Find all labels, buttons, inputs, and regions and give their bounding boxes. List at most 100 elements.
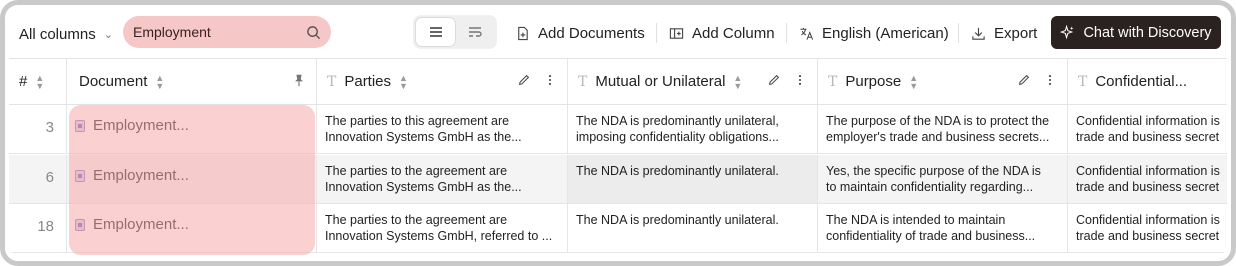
more-vertical-icon[interactable] bbox=[543, 73, 557, 87]
cell-line: The NDA is predominantly unilateral. bbox=[576, 164, 779, 178]
add-documents-button[interactable]: Add Documents bbox=[515, 19, 645, 47]
cell-line: Innovation Systems GmbH as the... bbox=[325, 180, 522, 194]
app-frame: All columns ⌄ Employment Add Documents A… bbox=[0, 0, 1236, 266]
wrap-view-button[interactable] bbox=[455, 18, 494, 46]
header-mutual-icons bbox=[767, 73, 807, 87]
header-mutual[interactable]: T Mutual or Unilateral ▲ ▼ bbox=[568, 59, 818, 104]
mutual-cell[interactable]: The NDA is predominantly unilateral, imp… bbox=[568, 105, 818, 153]
search-icon[interactable] bbox=[306, 25, 321, 40]
sort-icon[interactable]: ▲ ▼ bbox=[399, 73, 408, 90]
results-table: # ▲ ▼ Document ▲ ▼ T Parties ▲ ▼ T Mutua… bbox=[9, 59, 1227, 257]
text-type-icon: T bbox=[1078, 73, 1088, 90]
row-number: 3 bbox=[9, 105, 67, 153]
parties-cell[interactable]: The parties to the agreement are Innovat… bbox=[317, 204, 568, 252]
cell-line: Confidential information is bbox=[1076, 114, 1220, 128]
document-icon bbox=[75, 120, 85, 132]
row-number: 6 bbox=[9, 155, 67, 203]
more-vertical-icon[interactable] bbox=[793, 73, 807, 87]
cell-line: The parties to the agreement are bbox=[325, 213, 508, 227]
row-number: 18 bbox=[9, 204, 67, 252]
cell-line: Confidential information is bbox=[1076, 164, 1220, 178]
chat-with-discovery-button[interactable]: Chat with Discovery bbox=[1051, 16, 1221, 49]
divider bbox=[958, 23, 959, 43]
text-type-icon: T bbox=[578, 73, 588, 90]
compact-view-button[interactable] bbox=[416, 18, 455, 46]
purpose-cell[interactable]: Yes, the specific purpose of the NDA is … bbox=[818, 155, 1068, 203]
cell-line: The purpose of the NDA is to protect the bbox=[826, 114, 1050, 128]
header-confidential-label: Confidential... bbox=[1095, 73, 1188, 90]
cell-line: to maintain confidentiality regarding... bbox=[826, 180, 1034, 194]
download-icon bbox=[972, 27, 985, 40]
document-name[interactable]: Employment... bbox=[93, 117, 189, 134]
document-name[interactable]: Employment... bbox=[93, 216, 189, 233]
cell-line: imposing confidentiality obligations... bbox=[576, 130, 779, 144]
confidential-cell[interactable]: Confidential information is trade and bu… bbox=[1068, 155, 1227, 203]
cell-line: The parties to this agreement are bbox=[325, 114, 510, 128]
header-document[interactable]: Document ▲ ▼ bbox=[67, 59, 317, 104]
divider bbox=[786, 23, 787, 43]
language-label: English (American) bbox=[822, 24, 949, 42]
header-document-icons bbox=[292, 73, 306, 87]
divider bbox=[656, 23, 657, 43]
header-parties[interactable]: T Parties ▲ ▼ bbox=[317, 59, 568, 104]
header-purpose[interactable]: T Purpose ▲ ▼ bbox=[818, 59, 1068, 104]
cell-line: The NDA is intended to maintain bbox=[826, 213, 1006, 227]
cell-line: Innovation Systems GmbH, referred to ... bbox=[325, 229, 553, 243]
search-input[interactable]: Employment bbox=[123, 16, 331, 48]
text-wrap-icon bbox=[468, 27, 482, 37]
edit-icon[interactable] bbox=[517, 73, 531, 87]
mutual-cell[interactable]: The NDA is predominantly unilateral. bbox=[568, 155, 818, 203]
more-vertical-icon[interactable] bbox=[1043, 73, 1057, 87]
cell-line: confidentiality of trade and business... bbox=[826, 229, 1036, 243]
language-selector[interactable]: English (American) bbox=[799, 19, 949, 47]
add-column-button[interactable]: Add Column bbox=[669, 19, 775, 47]
parties-cell[interactable]: The parties to this agreement are Innova… bbox=[317, 105, 568, 153]
header-mutual-label: Mutual or Unilateral bbox=[595, 73, 726, 90]
header-parties-label: Parties bbox=[344, 73, 392, 90]
chevron-down-icon: ⌄ bbox=[103, 28, 113, 41]
header-confidential[interactable]: T Confidential... bbox=[1068, 59, 1227, 104]
translate-icon bbox=[800, 27, 814, 40]
table-row[interactable]: 6 Employment... The parties to the agree… bbox=[9, 155, 1227, 204]
add-column-label: Add Column bbox=[692, 24, 775, 42]
cell-line: trade and business secret bbox=[1076, 229, 1220, 243]
toolbar: All columns ⌄ Employment Add Documents A… bbox=[9, 9, 1227, 59]
header-num[interactable]: # ▲ ▼ bbox=[9, 59, 67, 104]
search-value: Employment bbox=[133, 24, 211, 40]
export-label: Export bbox=[994, 24, 1038, 42]
edit-icon[interactable] bbox=[767, 73, 781, 87]
header-purpose-label: Purpose bbox=[845, 73, 902, 90]
export-button[interactable]: Export bbox=[971, 19, 1037, 47]
document-cell[interactable]: Employment... bbox=[67, 204, 317, 252]
add-documents-label: Add Documents bbox=[538, 24, 645, 42]
sort-icon[interactable]: ▲ ▼ bbox=[155, 73, 164, 90]
sort-icon[interactable]: ▲ ▼ bbox=[35, 73, 44, 90]
cell-line: The NDA is predominantly unilateral, bbox=[576, 114, 779, 128]
mutual-cell[interactable]: The NDA is predominantly unilateral. bbox=[568, 204, 818, 252]
sparkle-icon bbox=[1060, 25, 1075, 40]
confidential-cell[interactable]: Confidential information is trade and bu… bbox=[1068, 105, 1227, 153]
document-icon bbox=[75, 170, 85, 182]
add-column-icon bbox=[669, 27, 684, 39]
sort-icon[interactable]: ▲ ▼ bbox=[733, 73, 742, 90]
edit-icon[interactable] bbox=[1017, 73, 1031, 87]
header-document-label: Document bbox=[79, 73, 148, 90]
cell-line: The NDA is predominantly unilateral. bbox=[576, 213, 779, 227]
column-selector[interactable]: All columns ⌄ bbox=[19, 19, 113, 49]
parties-cell[interactable]: The parties to the agreement are Innovat… bbox=[317, 155, 568, 203]
document-name[interactable]: Employment... bbox=[93, 167, 189, 184]
confidential-cell[interactable]: Confidential information is trade and bu… bbox=[1068, 204, 1227, 252]
table-header: # ▲ ▼ Document ▲ ▼ T Parties ▲ ▼ T Mutua… bbox=[9, 59, 1227, 105]
table-row[interactable]: 3 Employment... The parties to this agre… bbox=[9, 105, 1227, 154]
document-cell[interactable]: Employment... bbox=[67, 105, 317, 153]
document-cell[interactable]: Employment... bbox=[67, 155, 317, 203]
sort-icon[interactable]: ▲ ▼ bbox=[909, 73, 918, 90]
table-row[interactable]: 18 Employment... The parties to the agre… bbox=[9, 204, 1227, 253]
cell-line: Yes, the specific purpose of the NDA is bbox=[826, 164, 1041, 178]
purpose-cell[interactable]: The NDA is intended to maintain confiden… bbox=[818, 204, 1068, 252]
add-document-icon bbox=[518, 26, 528, 40]
pin-icon[interactable] bbox=[292, 73, 306, 87]
list-icon bbox=[429, 27, 442, 37]
header-num-label: # bbox=[19, 73, 28, 90]
purpose-cell[interactable]: The purpose of the NDA is to protect the… bbox=[818, 105, 1068, 153]
